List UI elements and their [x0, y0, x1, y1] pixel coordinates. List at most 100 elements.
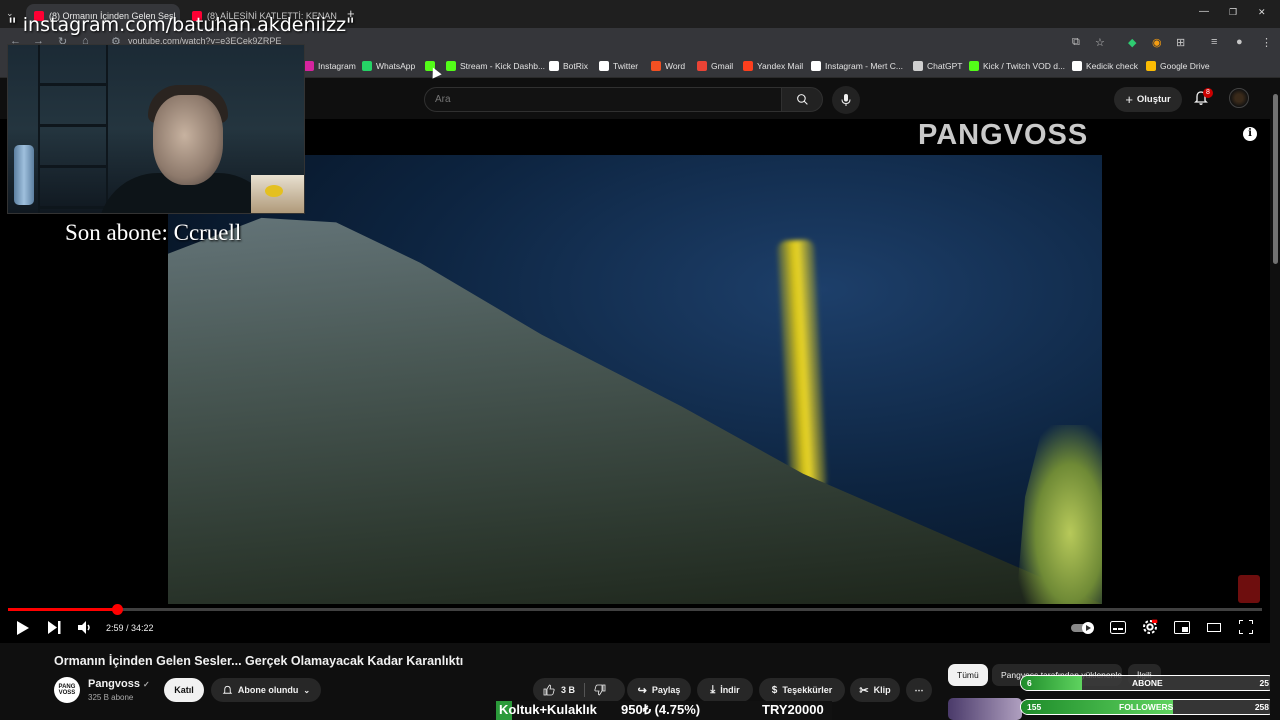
rock-surface: [168, 217, 1102, 604]
search-box[interactable]: [424, 87, 782, 112]
followers-goal-bar: 155 FOLLOWERS 258: [1020, 699, 1276, 715]
goal-target: 258: [1254, 702, 1269, 712]
bookmark-chatgpt[interactable]: ChatGPT: [913, 61, 962, 71]
donation-target: TRY20000: [762, 702, 824, 717]
like-button[interactable]: 3 B: [543, 684, 575, 696]
like-count: 3 B: [561, 685, 576, 695]
search-input[interactable]: [425, 88, 781, 111]
create-button[interactable]: + Oluştur: [1114, 87, 1182, 112]
bookmark-botrix[interactable]: BotRix: [549, 61, 588, 71]
donation-goal-bar: Koltuk+Kulaklık 950₺ (4.75%) TRY20000: [496, 701, 832, 720]
bookmark-vod[interactable]: Kick / Twitch VOD d...: [969, 61, 1065, 71]
share-label: Paylaş: [651, 685, 681, 695]
media-icon[interactable]: ≡: [1211, 36, 1217, 48]
thanks-button[interactable]: $ Teşekkürler: [759, 678, 845, 702]
kick-icon: [446, 61, 456, 71]
time-display: 2:59 / 34:22: [106, 623, 154, 633]
bookmark-label: Kedicik check: [1086, 61, 1138, 71]
account-avatar[interactable]: [1229, 88, 1249, 108]
recommended-video-thumbnail[interactable]: [948, 698, 1022, 720]
bird-picture: [251, 175, 304, 213]
info-icon[interactable]: i: [1243, 127, 1257, 141]
share-button[interactable]: ↪ Paylaş: [627, 678, 691, 702]
autoplay-toggle-icon[interactable]: [1071, 622, 1095, 634]
bookmark-gmail[interactable]: Gmail: [697, 61, 733, 71]
install-icon[interactable]: ⧉: [1072, 36, 1080, 49]
thanks-label: Teşekkürler: [782, 685, 833, 695]
bookmark-word[interactable]: Word: [651, 61, 685, 71]
settings-gear-icon[interactable]: [1142, 619, 1158, 635]
clip-button[interactable]: ✂ Klip: [850, 678, 900, 702]
close-window-button[interactable]: ✕: [1258, 7, 1266, 18]
goal-label: FOLLOWERS: [1119, 702, 1174, 712]
chip-all[interactable]: Tümü: [948, 664, 988, 686]
bookmark-twitter[interactable]: Twitter: [599, 61, 638, 71]
bookmark-label: Instagram: [318, 61, 356, 71]
video-frame: [168, 155, 1102, 604]
goal-current: 155: [1027, 702, 1042, 712]
video-progress-bar[interactable]: [8, 604, 1262, 615]
profile-icon[interactable]: ●: [1236, 36, 1243, 48]
star-icon[interactable]: ☆: [1095, 36, 1105, 49]
bookmark-label: WhatsApp: [376, 61, 416, 71]
video-title: Ormanın İçinden Gelen Sesler... Gerçek O…: [54, 654, 464, 668]
bookshelf: [38, 45, 108, 213]
page-scrollbar[interactable]: [1270, 79, 1280, 720]
microsoft-icon: [651, 61, 661, 71]
search-button[interactable]: [781, 87, 823, 112]
minimize-button[interactable]: —: [1199, 6, 1209, 17]
volume-icon[interactable]: [78, 621, 92, 634]
bookmark-kick-dashboard[interactable]: Stream - Kick Dashb...: [446, 61, 545, 71]
channel-name-text: Pangvoss: [88, 678, 140, 690]
chatgpt-icon: [913, 61, 923, 71]
bookmark-label: Twitter: [613, 61, 639, 71]
bookmark-whatsapp[interactable]: WhatsApp: [362, 61, 415, 71]
instagram-overlay-text: " instagram.com/batuhan.akdeniizz": [8, 14, 355, 36]
bookmark-label: Word: [665, 61, 686, 71]
search-icon: [796, 94, 808, 105]
bookmark-label: Kick / Twitch VOD d...: [983, 61, 1066, 71]
join-button[interactable]: Katıl: [164, 678, 204, 702]
subtitles-icon[interactable]: [1110, 621, 1126, 634]
last-subscriber-text: Son abone: Ccruell: [65, 220, 242, 245]
maximize-button[interactable]: ❐: [1229, 7, 1237, 18]
miniplayer-icon[interactable]: [1174, 621, 1190, 634]
share-icon: ↪: [637, 684, 647, 697]
streamer-face: [153, 95, 223, 185]
extension-icon[interactable]: ◉: [1152, 36, 1162, 49]
x-icon: [599, 61, 609, 71]
bookmark-google-drive[interactable]: Google Drive: [1146, 61, 1210, 71]
bookmark-instagram-mert[interactable]: Instagram - Mert C...: [811, 61, 903, 71]
play-icon[interactable]: [16, 621, 29, 635]
channel-name[interactable]: Pangvoss ✓: [88, 678, 150, 690]
puzzle-icon[interactable]: ⊞: [1176, 36, 1185, 49]
more-actions-button[interactable]: ⋯: [906, 678, 932, 702]
clip-label: Klip: [873, 685, 891, 695]
extension-icon[interactable]: ◆: [1128, 36, 1136, 49]
goal-target: 25: [1259, 678, 1269, 688]
next-icon[interactable]: [48, 621, 61, 634]
progress-played: [8, 608, 118, 611]
bookmark-instagram[interactable]: Instagram: [304, 61, 356, 71]
thumbs-up-icon: [543, 684, 555, 696]
thumbs-down-icon[interactable]: [594, 684, 606, 696]
webcam-overlay: [7, 44, 305, 214]
bookmark-kedicik[interactable]: Kedicik check: [1072, 61, 1138, 71]
bookmark-yandex-mail[interactable]: Yandex Mail: [743, 61, 803, 71]
fullscreen-icon[interactable]: [1239, 620, 1253, 634]
voice-search-button[interactable]: [832, 86, 860, 114]
glowstick: [776, 239, 828, 491]
channel-avatar[interactable]: PANG VOSS: [54, 677, 80, 703]
theater-mode-icon[interactable]: [1207, 623, 1221, 632]
menu-icon[interactable]: ⋮: [1261, 36, 1272, 49]
download-label: İndir: [720, 685, 740, 695]
scrollbar-thumb[interactable]: [1273, 94, 1278, 264]
subscriber-goal-bar: 6 ABONE 25: [1020, 675, 1276, 691]
goal-current: 6: [1027, 678, 1032, 688]
bookmark-label: ChatGPT: [927, 61, 963, 71]
download-button[interactable]: ⤓ İndir: [697, 678, 753, 702]
channel-branding-icon[interactable]: [1238, 575, 1260, 603]
subscribed-button[interactable]: Abone olundu ⌄: [211, 678, 321, 702]
instagram-icon: [304, 61, 314, 71]
notification-count-badge: 8: [1203, 88, 1213, 98]
